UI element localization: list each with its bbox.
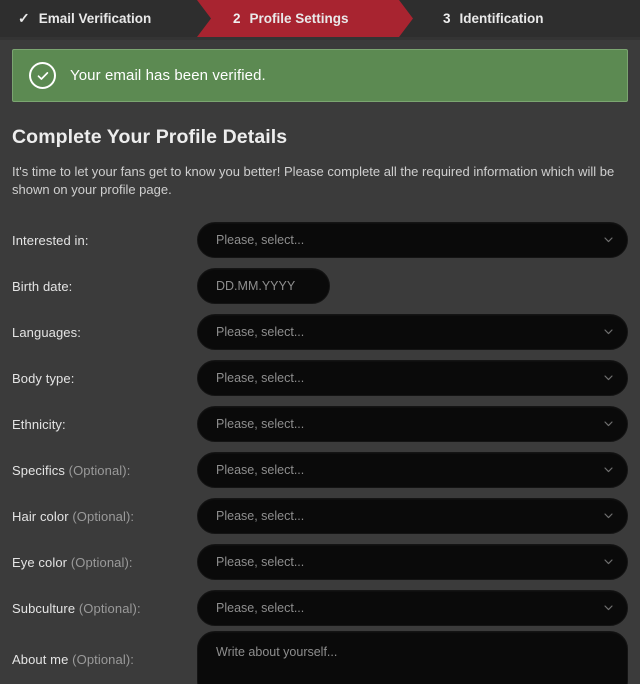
page-description: It's time to let your fans get to know y… [12,164,615,197]
label-birth-date: Birth date: [12,279,197,294]
select-placeholder-specifics: Please, select... [216,463,305,477]
select-placeholder-body-type: Please, select... [216,371,305,385]
label-body-type: Body type: [12,371,197,386]
select-languages[interactable]: Please, select... [197,314,628,350]
select-specifics[interactable]: Please, select... [197,452,628,488]
select-placeholder-ethnicity: Please, select... [216,417,305,431]
select-placeholder-interested-in: Please, select... [216,233,305,247]
control-eye-color: Please, select... [197,544,628,580]
select-eye-color[interactable]: Please, select... [197,544,628,580]
control-about-me: Write about yourself... [197,631,628,684]
step-label-identification: Identification [459,11,544,26]
check-icon: ✓ [18,9,30,26]
label-eye-color: Eye color (Optional): [12,555,197,570]
optional-tag: (Optional): [72,652,134,667]
success-banner-message: Your email has been verified. [70,67,266,84]
label-text: Birth date: [12,278,73,294]
control-birth-date: DD.MM.YYYY [197,268,628,304]
step-item-identification[interactable]: 3 Identification [413,0,566,37]
label-about-me: About me (Optional): [12,631,197,667]
label-specifics: Specifics (Optional): [12,463,197,478]
label-text: Eye color [12,554,68,570]
step-label-email-verification: Email Verification [38,11,152,26]
page-title: Complete Your Profile Details [12,126,288,148]
form-row-specifics: Specifics (Optional): Please, select... [0,447,640,493]
step-item-email-verification[interactable]: ✓ Email Verification [0,0,211,37]
label-text: Ethnicity: [12,416,66,432]
step-item-profile-settings[interactable]: 2 Profile Settings [197,0,413,37]
select-placeholder-subculture: Please, select... [216,601,305,615]
label-text: Specifics [12,462,65,478]
birth-date-input[interactable]: DD.MM.YYYY [197,268,330,304]
form-row-birth-date: Birth date: DD.MM.YYYY [0,263,640,309]
select-placeholder-languages: Please, select... [216,325,305,339]
form-row-ethnicity: Ethnicity: Please, select... [0,401,640,447]
label-text: About me [12,652,69,667]
label-text: Languages: [12,324,81,340]
form-row-subculture: Subculture (Optional): Please, select... [0,585,640,631]
about-me-placeholder: Write about yourself... [216,645,338,659]
select-placeholder-hair-color: Please, select... [216,509,305,523]
control-hair-color: Please, select... [197,498,628,534]
success-banner: Your email has been verified. [12,49,628,102]
control-subculture: Please, select... [197,590,628,626]
optional-tag: (Optional): [72,508,135,524]
control-interested-in: Please, select... [197,222,628,258]
optional-tag: (Optional): [68,462,131,478]
check-circle-icon [29,62,56,89]
step-progress-bar: ✓ Email Verification 2 Profile Settings … [0,0,640,37]
profile-details-form: Interested in: Please, select... Birth d… [0,217,640,684]
step-number-2: 2 [233,11,241,26]
label-ethnicity: Ethnicity: [12,417,197,432]
control-specifics: Please, select... [197,452,628,488]
birth-date-placeholder: DD.MM.YYYY [216,279,296,293]
label-interested-in: Interested in: [12,233,197,248]
optional-tag: (Optional): [78,600,141,616]
label-hair-color: Hair color (Optional): [12,509,197,524]
about-me-textarea[interactable]: Write about yourself... [197,631,628,684]
control-ethnicity: Please, select... [197,406,628,442]
form-row-eye-color: Eye color (Optional): Please, select... [0,539,640,585]
select-ethnicity[interactable]: Please, select... [197,406,628,442]
control-body-type: Please, select... [197,360,628,396]
step-label-profile-settings: Profile Settings [249,11,349,26]
select-body-type[interactable]: Please, select... [197,360,628,396]
optional-tag: (Optional): [70,554,133,570]
select-hair-color[interactable]: Please, select... [197,498,628,534]
control-languages: Please, select... [197,314,628,350]
form-row-hair-color: Hair color (Optional): Please, select... [0,493,640,539]
form-row-languages: Languages: Please, select... [0,309,640,355]
step-number-3: 3 [443,11,451,26]
banner-container: Your email has been verified. [0,40,640,102]
select-placeholder-eye-color: Please, select... [216,555,305,569]
label-text: Interested in: [12,232,89,248]
label-text: Body type: [12,370,75,386]
form-row-body-type: Body type: Please, select... [0,355,640,401]
form-row-about-me: About me (Optional): Write about yoursel… [0,631,640,684]
select-subculture[interactable]: Please, select... [197,590,628,626]
form-row-interested-in: Interested in: Please, select... [0,217,640,263]
label-text: Subculture [12,600,76,616]
label-languages: Languages: [12,325,197,340]
label-subculture: Subculture (Optional): [12,601,197,616]
label-text: Hair color [12,508,69,524]
select-interested-in[interactable]: Please, select... [197,222,628,258]
